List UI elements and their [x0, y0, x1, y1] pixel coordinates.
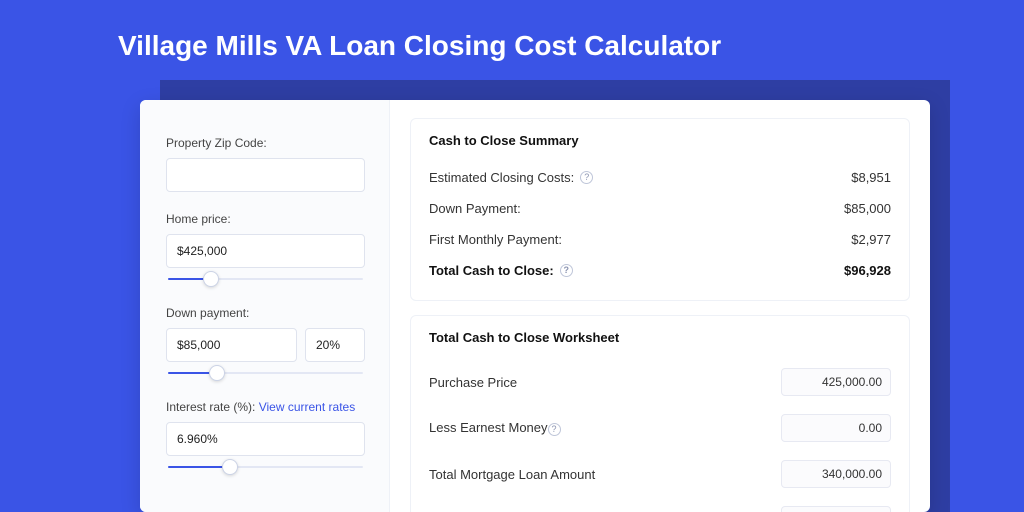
- home-price-field: Home price:: [166, 212, 365, 286]
- slider-fill: [168, 466, 230, 468]
- summary-row-label: First Monthly Payment:: [429, 232, 562, 247]
- slider-thumb[interactable]: [209, 365, 225, 381]
- worksheet-row: Purchase Price: [429, 359, 891, 405]
- zip-field: Property Zip Code:: [166, 136, 365, 192]
- interest-rate-label: Interest rate (%): View current rates: [166, 400, 365, 414]
- down-payment-amount-input[interactable]: [166, 328, 297, 362]
- worksheet-heading: Total Cash to Close Worksheet: [429, 330, 891, 345]
- input-sidebar: Property Zip Code: Home price: Down paym…: [140, 100, 390, 512]
- page-title: Village Mills VA Loan Closing Cost Calcu…: [118, 30, 721, 62]
- worksheet-value-input[interactable]: [781, 460, 891, 488]
- worksheet-row: Total Second Mortgage Amount: [429, 497, 891, 512]
- summary-row-value: $85,000: [844, 201, 891, 216]
- summary-heading: Cash to Close Summary: [429, 133, 891, 148]
- calculator-card: Property Zip Code: Home price: Down paym…: [140, 100, 930, 512]
- worksheet-row-label: Total Mortgage Loan Amount: [429, 467, 595, 482]
- summary-row-value: $8,951: [851, 170, 891, 185]
- summary-row: Down Payment: $85,000: [429, 193, 891, 224]
- help-icon[interactable]: ?: [580, 171, 593, 184]
- worksheet-panel: Total Cash to Close Worksheet Purchase P…: [410, 315, 910, 512]
- worksheet-value-input[interactable]: [781, 414, 891, 442]
- zip-label: Property Zip Code:: [166, 136, 365, 150]
- worksheet-row: Total Mortgage Loan Amount: [429, 451, 891, 497]
- home-price-label: Home price:: [166, 212, 365, 226]
- down-payment-field: Down payment:: [166, 306, 365, 380]
- worksheet-row-label: Purchase Price: [429, 375, 517, 390]
- down-payment-percent-input[interactable]: [305, 328, 365, 362]
- home-price-slider[interactable]: [168, 274, 363, 286]
- summary-row-label: Down Payment:: [429, 201, 521, 216]
- summary-row-label: Estimated Closing Costs:: [429, 170, 574, 185]
- zip-input[interactable]: [166, 158, 365, 192]
- worksheet-row-label: Less Earnest Money: [429, 420, 548, 435]
- interest-rate-label-text: Interest rate (%):: [166, 400, 255, 414]
- summary-row-value: $96,928: [844, 263, 891, 278]
- help-icon[interactable]: ?: [560, 264, 573, 277]
- help-icon[interactable]: ?: [548, 423, 561, 436]
- slider-thumb[interactable]: [222, 459, 238, 475]
- summary-row: Total Cash to Close:? $96,928: [429, 255, 891, 286]
- home-price-input[interactable]: [166, 234, 365, 268]
- summary-row: Estimated Closing Costs:? $8,951: [429, 162, 891, 193]
- interest-rate-input[interactable]: [166, 422, 365, 456]
- summary-panel: Cash to Close Summary Estimated Closing …: [410, 118, 910, 301]
- summary-row: First Monthly Payment: $2,977: [429, 224, 891, 255]
- interest-rate-slider[interactable]: [168, 462, 363, 474]
- worksheet-row: Less Earnest Money?: [429, 405, 891, 451]
- worksheet-value-input[interactable]: [781, 368, 891, 396]
- down-payment-slider[interactable]: [168, 368, 363, 380]
- slider-thumb[interactable]: [203, 271, 219, 287]
- worksheet-value-input[interactable]: [781, 506, 891, 512]
- view-rates-link[interactable]: View current rates: [259, 400, 356, 414]
- main-panel: Cash to Close Summary Estimated Closing …: [390, 100, 930, 512]
- summary-row-value: $2,977: [851, 232, 891, 247]
- interest-rate-field: Interest rate (%): View current rates: [166, 400, 365, 474]
- summary-row-label: Total Cash to Close:: [429, 263, 554, 278]
- down-payment-label: Down payment:: [166, 306, 365, 320]
